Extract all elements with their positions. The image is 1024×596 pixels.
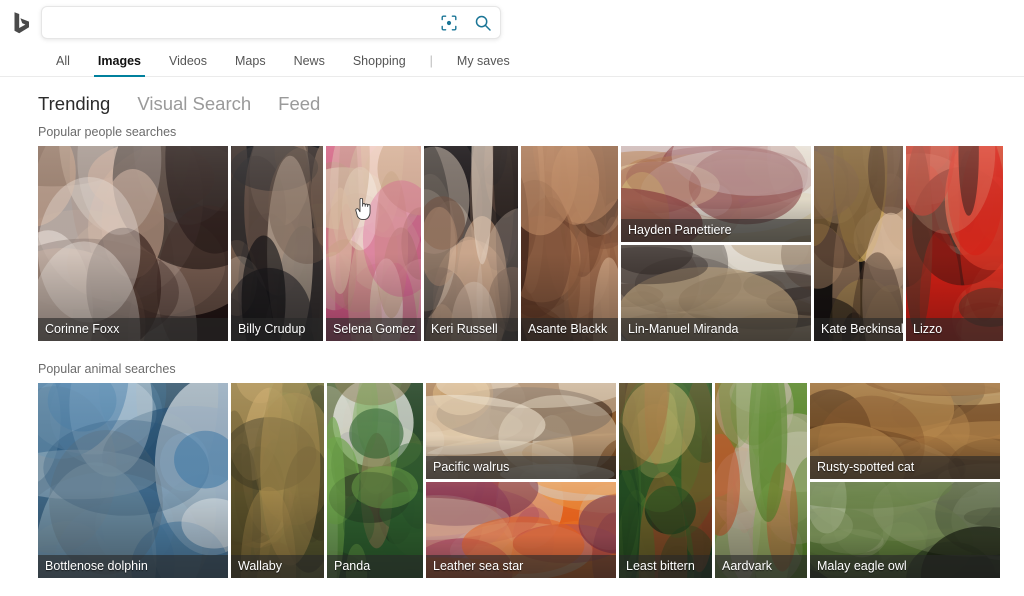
image-tile[interactable]: Leather sea star: [426, 482, 616, 578]
section-title-people: Popular people searches: [38, 125, 177, 139]
tile-caption: Corinne Foxx: [38, 318, 228, 341]
tile-caption: Aardvark: [715, 555, 807, 578]
tile-column: Least bittern: [619, 383, 712, 578]
scope-item-images[interactable]: Images: [84, 45, 155, 77]
image-tile[interactable]: Bottlenose dolphin: [38, 383, 228, 578]
tile-column: Keri Russell: [424, 146, 518, 341]
tile-caption: Malay eagle owl: [810, 555, 1000, 578]
tile-caption: Panda: [327, 555, 423, 578]
image-tile[interactable]: Asante Blackk: [521, 146, 618, 341]
tile-column: Asante Blackk: [521, 146, 618, 341]
subtab-feed[interactable]: Feed: [278, 93, 320, 115]
image-tile[interactable]: Malay eagle owl: [810, 482, 1000, 578]
image-tile[interactable]: Panda: [327, 383, 423, 578]
tile-column: Aardvark: [715, 383, 807, 578]
bing-images-page: All Images Videos Maps News Shopping | My saves…: [0, 0, 1024, 596]
image-tile[interactable]: Wallaby: [231, 383, 324, 578]
tile-column: Wallaby: [231, 383, 324, 578]
tile-caption: Rusty-spotted cat: [810, 456, 1000, 479]
image-tile[interactable]: Corinne Foxx: [38, 146, 228, 341]
tile-caption: Bottlenose dolphin: [38, 555, 228, 578]
subtab-visual-search[interactable]: Visual Search: [137, 93, 251, 115]
image-tile[interactable]: Rusty-spotted cat: [810, 383, 1000, 479]
tile-column: Panda: [327, 383, 423, 578]
image-tile[interactable]: Lizzo: [906, 146, 1003, 341]
tile-caption: Selena Gomez: [326, 318, 421, 341]
camera-visual-search-icon[interactable]: [432, 7, 466, 38]
image-tile[interactable]: Kate Beckinsale: [814, 146, 903, 341]
tile-caption: Keri Russell: [424, 318, 518, 341]
tile-column: Hayden Panettiere Lin-Manuel Miranda: [621, 146, 811, 341]
image-tile[interactable]: Aardvark: [715, 383, 807, 578]
image-tile[interactable]: Least bittern: [619, 383, 712, 578]
tile-row-animals: Bottlenose dolphin Wallaby Panda Pacific wa…: [38, 383, 1024, 578]
image-tile[interactable]: Pacific walrus: [426, 383, 616, 479]
tile-caption: Pacific walrus: [426, 456, 616, 479]
tile-caption: Kate Beckinsale: [814, 318, 903, 341]
tile-column: Rusty-spotted cat Malay eagle owl: [810, 383, 1000, 578]
page-header: [0, 0, 1024, 45]
tile-caption: Lin-Manuel Miranda: [621, 318, 811, 341]
tile-column: Lizzo: [906, 146, 1003, 341]
trending-subtabs: Trending Visual Search Feed: [0, 77, 1024, 115]
image-tile[interactable]: Selena Gomez: [326, 146, 421, 341]
image-tile[interactable]: Hayden Panettiere: [621, 146, 811, 242]
scope-nav: All Images Videos Maps News Shopping | My saves: [0, 45, 1024, 77]
content-sections: Popular people searches Corinne Foxx Billy…: [0, 125, 1024, 578]
image-tile[interactable]: Keri Russell: [424, 146, 518, 341]
tile-caption: Wallaby: [231, 555, 324, 578]
scope-item-shopping[interactable]: Shopping: [339, 45, 420, 77]
scope-separator: |: [429, 54, 433, 68]
subtab-trending[interactable]: Trending: [38, 93, 110, 115]
tile-column: Billy Crudup: [231, 146, 323, 341]
image-tile[interactable]: Billy Crudup: [231, 146, 323, 341]
scope-item-all[interactable]: All: [42, 45, 84, 77]
tile-caption: Asante Blackk: [521, 318, 618, 341]
tile-row-people: Corinne Foxx Billy Crudup Selena Gomez Keri…: [38, 146, 1024, 341]
scope-item-news[interactable]: News: [280, 45, 339, 77]
tile-caption: Least bittern: [619, 555, 712, 578]
tile-caption: Billy Crudup: [231, 318, 323, 341]
search-box[interactable]: [41, 6, 501, 39]
scope-item-maps[interactable]: Maps: [221, 45, 280, 77]
search-input[interactable]: [52, 7, 432, 38]
image-tile[interactable]: Lin-Manuel Miranda: [621, 245, 811, 341]
tile-column: Pacific walrus Leather sea star: [426, 383, 616, 578]
section-title-animals: Popular animal searches: [38, 362, 176, 376]
scope-item-my-saves[interactable]: My saves: [443, 45, 524, 77]
tile-caption: Leather sea star: [426, 555, 616, 578]
scope-item-videos[interactable]: Videos: [155, 45, 221, 77]
bing-logo[interactable]: [8, 9, 36, 37]
tile-column: Selena Gomez: [326, 146, 421, 341]
tile-column: Bottlenose dolphin: [38, 383, 228, 578]
tile-column: Kate Beckinsale: [814, 146, 903, 341]
tile-caption: Lizzo: [906, 318, 1003, 341]
tile-column: Corinne Foxx: [38, 146, 228, 341]
tile-caption: Hayden Panettiere: [621, 219, 811, 242]
search-submit-icon[interactable]: [466, 7, 500, 38]
